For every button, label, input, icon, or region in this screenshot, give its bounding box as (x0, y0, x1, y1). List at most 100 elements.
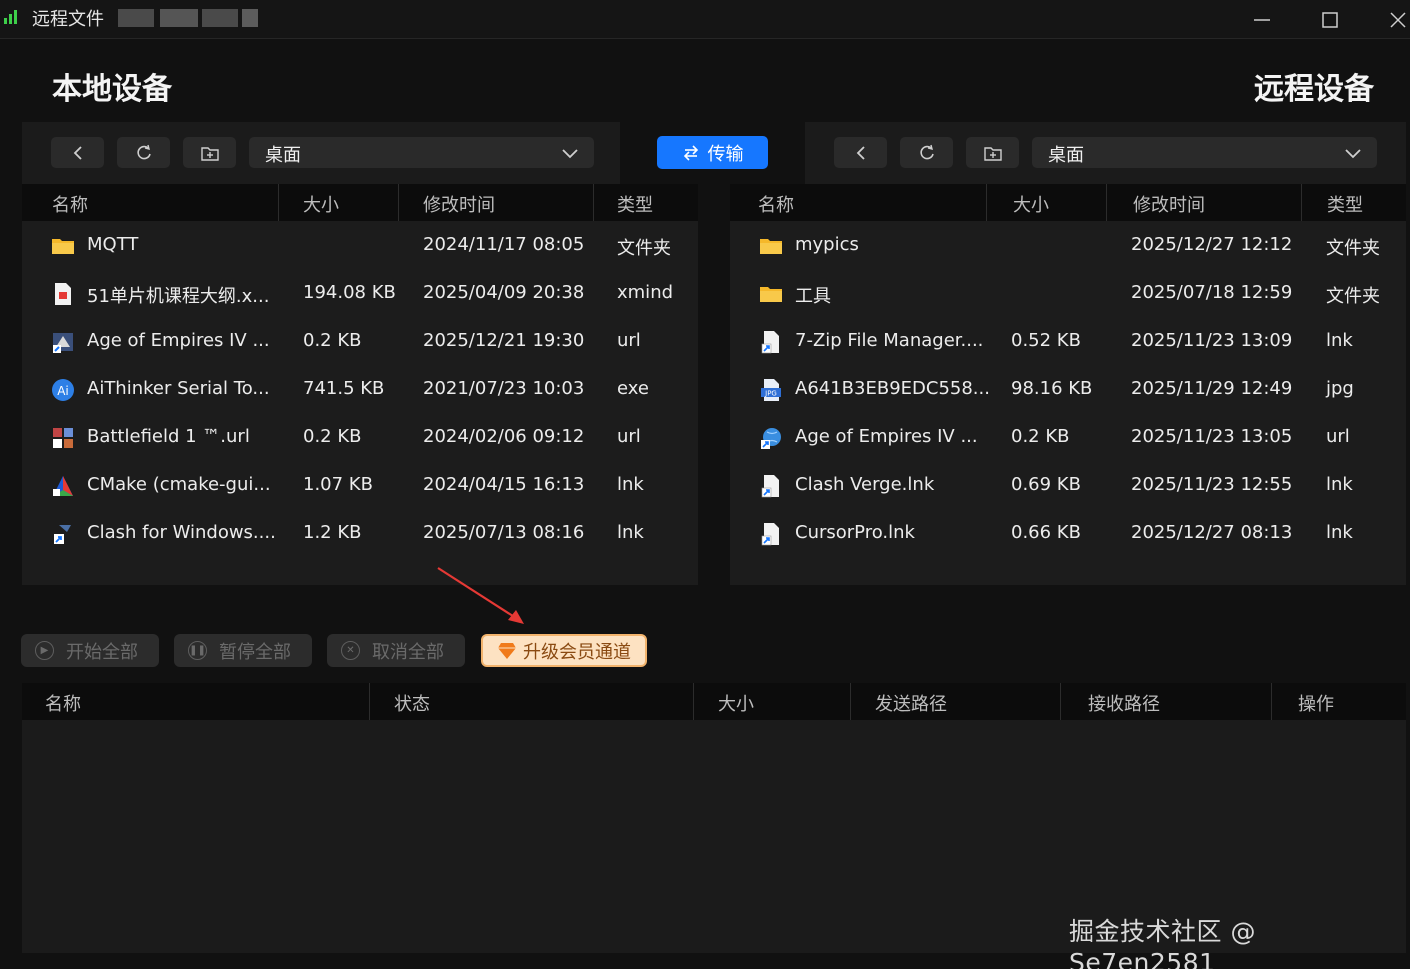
task-column-name[interactable]: 名称 (45, 690, 81, 716)
remote-file-list: 名称 大小 修改时间 类型 mypics 2025/12/27 12:12 文件… (730, 184, 1406, 585)
start-all-button[interactable]: ▶ 开始全部 (21, 634, 159, 667)
file-name: mypics (795, 234, 859, 255)
minimize-button[interactable] (1232, 0, 1292, 39)
file-name: MQTT (87, 234, 139, 255)
file-row[interactable]: Age of Empires IV ... 0.2 KB 2025/12/21 … (22, 318, 698, 366)
cmake-shortcut-icon (53, 476, 73, 496)
shortcut-file-icon (761, 475, 779, 498)
column-type[interactable]: 类型 (617, 191, 653, 217)
pause-all-button[interactable]: ❚❚ 暂停全部 (174, 634, 312, 667)
file-type: url (617, 426, 641, 447)
file-modified: 2025/07/13 08:16 (423, 522, 585, 543)
file-row[interactable]: 7-Zip File Manager.... 0.52 KB 2025/11/2… (730, 318, 1406, 366)
file-row[interactable]: JPG A641B3EB9EDC558... 98.16 KB 2025/11/… (730, 366, 1406, 414)
remote-new-folder-button[interactable] (966, 137, 1019, 168)
local-refresh-button[interactable] (117, 137, 170, 168)
shortcut-icon (54, 525, 71, 544)
file-type: 文件夹 (1326, 238, 1380, 259)
file-type: lnk (1326, 522, 1353, 543)
column-modified[interactable]: 修改时间 (423, 191, 495, 217)
app-exe-icon: Ai (52, 379, 74, 401)
file-size: 0.2 KB (303, 330, 362, 351)
file-modified: 2024/02/06 09:12 (423, 426, 585, 447)
file-row[interactable]: Age of Empires IV ... 0.2 KB 2025/11/23 … (730, 414, 1406, 462)
diamond-icon (498, 642, 516, 659)
upgrade-member-button[interactable]: 升级会员通道 (481, 634, 647, 667)
column-name[interactable]: 名称 (52, 191, 88, 217)
task-column-size[interactable]: 大小 (718, 690, 754, 716)
cancel-all-button[interactable]: ✕ 取消全部 (327, 634, 465, 667)
folder-icon (52, 239, 74, 254)
column-name[interactable]: 名称 (758, 191, 794, 217)
task-column-status[interactable]: 状态 (394, 690, 430, 716)
file-row[interactable]: mypics 2025/12/27 12:12 文件夹 (730, 222, 1406, 270)
file-type: lnk (617, 522, 644, 543)
remote-path-select[interactable]: 桌面 (1032, 137, 1377, 168)
start-all-label: 开始全部 (66, 641, 138, 663)
file-type: 文件夹 (1326, 286, 1380, 307)
remote-path-value: 桌面 (1048, 145, 1084, 166)
file-modified: 2021/07/23 10:03 (423, 378, 585, 399)
file-row[interactable]: Clash Verge.lnk 0.69 KB 2025/11/23 12:55… (730, 462, 1406, 510)
file-row[interactable]: CursorPro.lnk 0.66 KB 2025/12/27 08:13 l… (730, 510, 1406, 558)
window-title: 远程文件 (32, 9, 104, 30)
remote-back-button[interactable] (834, 137, 887, 168)
file-name: 7-Zip File Manager.... (795, 330, 984, 351)
folder-icon (760, 287, 782, 302)
file-name: Clash for Windows.... (87, 522, 276, 543)
file-type: lnk (1326, 474, 1353, 495)
file-modified: 2024/04/15 16:13 (423, 474, 585, 495)
column-type[interactable]: 类型 (1327, 191, 1363, 217)
file-row[interactable]: CMake (cmake-gui... 1.07 KB 2024/04/15 1… (22, 462, 698, 510)
file-type: 文件夹 (617, 238, 671, 259)
file-row[interactable]: Battlefield 1 ™.url 0.2 KB 2024/02/06 09… (22, 414, 698, 462)
file-size: 0.2 KB (1011, 426, 1070, 447)
transfer-button[interactable]: 传输 (657, 136, 768, 169)
column-modified[interactable]: 修改时间 (1133, 191, 1205, 217)
local-path-value: 桌面 (265, 145, 301, 166)
maximize-button[interactable] (1300, 0, 1360, 39)
game-shortcut-icon (53, 428, 73, 448)
file-row[interactable]: Ai AiThinker Serial To... 741.5 KB 2021/… (22, 366, 698, 414)
file-row[interactable]: 工具 2025/07/18 12:59 文件夹 (730, 270, 1406, 318)
remote-refresh-button[interactable] (900, 137, 953, 168)
file-type: url (617, 330, 641, 351)
file-row[interactable]: 51单片机课程大纲.x... 194.08 KB 2025/04/09 20:3… (22, 270, 698, 318)
file-size: 194.08 KB (303, 282, 396, 303)
shortcut-file-icon (761, 331, 779, 354)
play-icon: ▶ (35, 641, 54, 660)
local-path-select[interactable]: 桌面 (249, 137, 594, 168)
local-file-header: 名称 大小 修改时间 类型 (22, 184, 698, 221)
local-device-title: 本地设备 (52, 72, 172, 107)
refresh-icon (919, 144, 934, 159)
folder-icon (760, 239, 782, 254)
upgrade-label: 升级会员通道 (523, 641, 631, 663)
file-name: Age of Empires IV ... (87, 330, 270, 351)
task-column-receive-path[interactable]: 接收路径 (1088, 690, 1160, 716)
local-back-button[interactable] (51, 137, 104, 168)
file-name: A641B3EB9EDC558... (795, 378, 990, 399)
title-bar: 远程文件 (0, 0, 1410, 39)
file-size: 0.52 KB (1011, 330, 1081, 351)
file-modified: 2025/11/23 12:55 (1131, 474, 1293, 495)
column-size[interactable]: 大小 (303, 191, 339, 217)
task-column-send-path[interactable]: 发送路径 (875, 690, 947, 716)
column-size[interactable]: 大小 (1013, 191, 1049, 217)
cancel-icon: ✕ (341, 641, 360, 660)
task-column-actions[interactable]: 操作 (1298, 690, 1334, 716)
file-type: lnk (617, 474, 644, 495)
close-button[interactable] (1368, 0, 1410, 39)
local-file-list: 名称 大小 修改时间 类型 MQTT 2024/11/17 08:05 文件夹 … (22, 184, 698, 585)
file-type: jpg (1326, 378, 1354, 399)
file-size: 0.69 KB (1011, 474, 1081, 495)
file-type: lnk (1326, 330, 1353, 351)
file-name: Clash Verge.lnk (795, 474, 935, 495)
file-row[interactable]: MQTT 2024/11/17 08:05 文件夹 (22, 222, 698, 270)
file-row[interactable]: Clash for Windows.... 1.2 KB 2025/07/13 … (22, 510, 698, 558)
new-folder-icon (200, 146, 219, 161)
file-name: 51单片机课程大纲.x... (87, 286, 270, 307)
pause-all-label: 暂停全部 (219, 641, 291, 663)
file-modified: 2024/11/17 08:05 (423, 234, 585, 255)
file-name: CursorPro.lnk (795, 522, 915, 543)
local-new-folder-button[interactable] (183, 137, 236, 168)
